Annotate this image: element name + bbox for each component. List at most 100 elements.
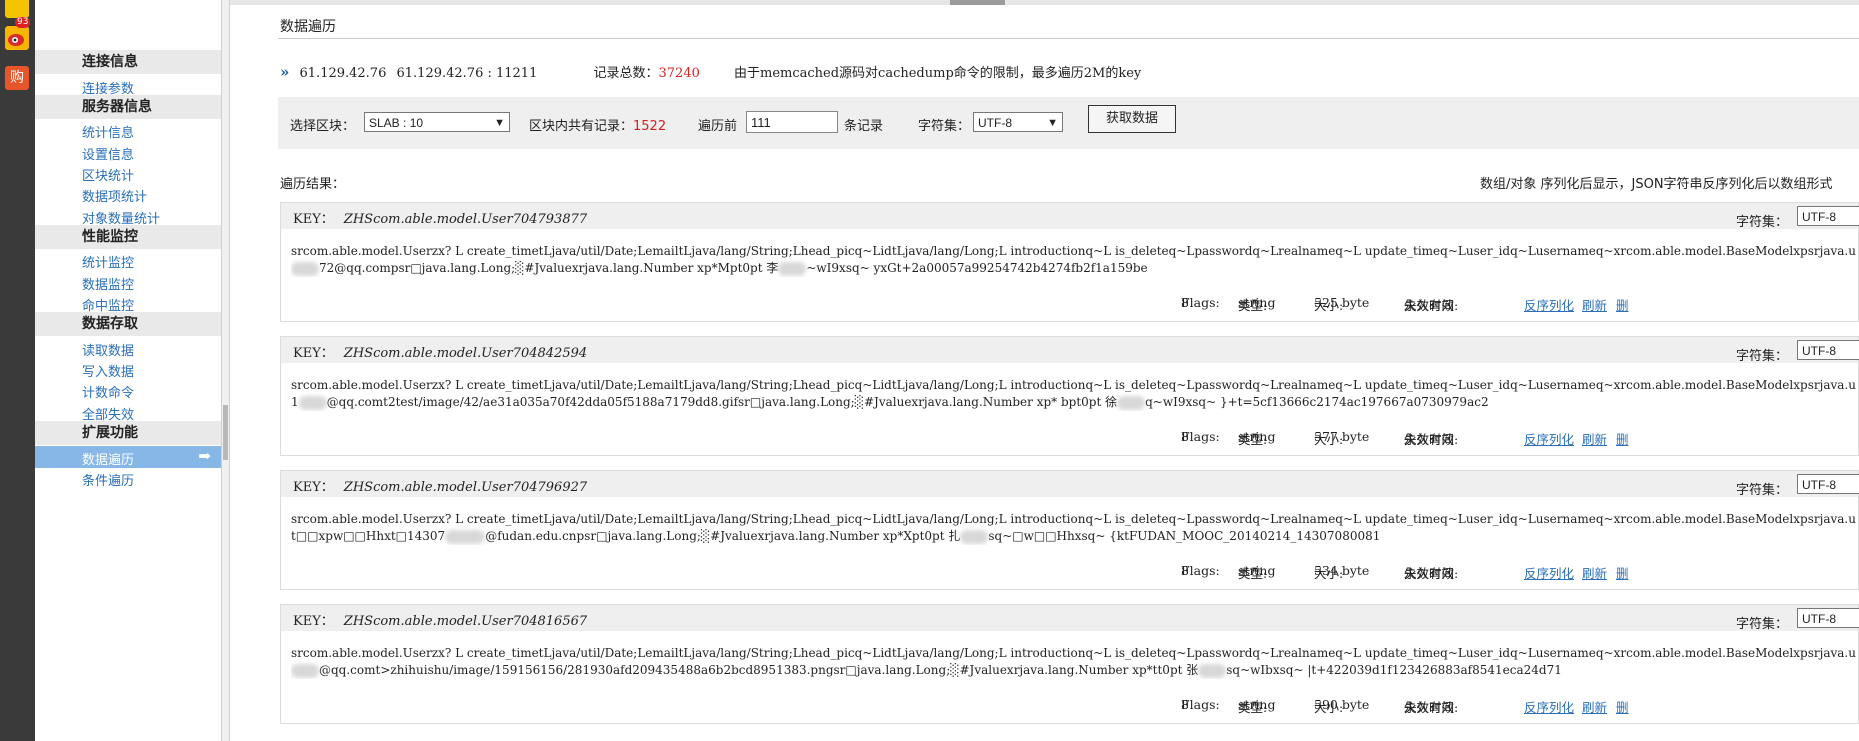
block-count-label: 区块内共有记录：1522 bbox=[529, 119, 667, 134]
refresh-link[interactable]: 刷新 bbox=[1582, 697, 1607, 716]
redacted bbox=[960, 529, 989, 544]
server-host: 61.129.42.76 bbox=[299, 66, 387, 81]
record-flags: 8 bbox=[1181, 295, 1189, 310]
results-label: 遍历结果： bbox=[280, 177, 346, 192]
record-expire: 永久有效 bbox=[1404, 566, 1455, 581]
record-key: ZHScom.able.model.User704842594 bbox=[343, 346, 588, 361]
slab-label: 选择区块： bbox=[290, 119, 356, 134]
chevron-down-icon: ▼ bbox=[494, 117, 505, 129]
charset-select[interactable]: UTF-8 ▼ bbox=[973, 112, 1063, 132]
sidebar-nav: 连接信息 连接参数 服务器信息 统计信息 设置信息 区块统计 数据项统计 对象数… bbox=[35, 0, 222, 741]
record-type: string bbox=[1238, 563, 1276, 578]
nav-section-extensions: 扩展功能 bbox=[35, 421, 221, 445]
refresh-link[interactable]: 刷新 bbox=[1582, 563, 1607, 582]
browser-side-bar: 93 购 bbox=[0, 0, 35, 741]
results-note: 数组/对象 序列化后显示，JSON字符串反序列化后以数组形式 bbox=[1480, 177, 1833, 192]
record-type: string bbox=[1238, 295, 1276, 310]
limit-note: 由于memcached源码对cachedump命令的限制，最多遍历2M的key bbox=[734, 66, 1142, 81]
key-label: KEY： bbox=[293, 480, 334, 495]
deserialize-link[interactable]: 反序列化 bbox=[1524, 563, 1574, 582]
divider bbox=[278, 38, 1859, 39]
nav-item-write-data[interactable]: 写入数据 bbox=[82, 361, 134, 380]
nav-item-data-traverse[interactable]: 数据遍历 ➡ bbox=[35, 446, 221, 468]
redacted bbox=[778, 261, 807, 276]
record-charset-select[interactable]: UTF-8 bbox=[1797, 340, 1859, 360]
delete-link[interactable]: 删 bbox=[1616, 295, 1629, 314]
record-type: string bbox=[1238, 429, 1276, 444]
delete-link[interactable]: 删 bbox=[1616, 429, 1629, 448]
total-value: 37240 bbox=[658, 66, 700, 81]
arrow-right-icon: ➡ bbox=[198, 447, 211, 465]
server-info-line: » 61.129.42.76 61.129.42.76 : 11211 记录总数… bbox=[280, 62, 1141, 81]
redacted bbox=[1117, 395, 1146, 410]
nav-item-read-data[interactable]: 读取数据 bbox=[82, 340, 134, 359]
block-count-value: 1522 bbox=[633, 119, 667, 134]
panel-splitter[interactable] bbox=[221, 0, 230, 741]
page-title: 数据遍历 bbox=[280, 19, 336, 35]
refresh-link[interactable]: 刷新 bbox=[1582, 429, 1607, 448]
record-value: srcom.able.model.Userzx? L create_timetL… bbox=[291, 512, 1856, 544]
record-type: string bbox=[1238, 697, 1276, 712]
charset-label: 字符集： bbox=[1736, 215, 1789, 230]
record-card: KEY： ZHScom.able.model.User704816567 字符集：… bbox=[280, 604, 1859, 724]
record-card: KEY： ZHScom.able.model.User704793877 字符集：… bbox=[280, 202, 1859, 322]
server-port: 61.129.42.76 : 11211 bbox=[396, 66, 538, 81]
nav-item-settings[interactable]: 设置信息 bbox=[82, 144, 134, 163]
key-label: KEY： bbox=[293, 614, 334, 629]
nav-item-stats[interactable]: 统计信息 bbox=[82, 122, 134, 141]
double-arrow-icon: » bbox=[280, 63, 290, 81]
charset-label: 字符集： bbox=[1736, 617, 1789, 632]
nav-section-connection: 连接信息 bbox=[35, 50, 221, 74]
horizontal-scrollbar-thumb[interactable] bbox=[950, 0, 1005, 5]
notification-badge: 93 bbox=[15, 17, 31, 28]
nav-section-performance: 性能监控 bbox=[35, 225, 221, 249]
nav-item-slab-stats[interactable]: 区块统计 bbox=[82, 165, 134, 184]
record-size: 525 byte bbox=[1314, 295, 1370, 310]
refresh-link[interactable]: 刷新 bbox=[1582, 295, 1607, 314]
record-card: KEY： ZHScom.able.model.User704796927 字符集：… bbox=[280, 470, 1859, 590]
key-label: KEY： bbox=[293, 212, 334, 227]
record-charset-select[interactable]: UTF-8 bbox=[1797, 608, 1859, 628]
record-key: ZHScom.able.model.User704816567 bbox=[343, 614, 588, 629]
deserialize-link[interactable]: 反序列化 bbox=[1524, 295, 1574, 314]
nav-item-data-monitor[interactable]: 数据监控 bbox=[82, 274, 134, 293]
redacted bbox=[291, 261, 319, 276]
redacted bbox=[298, 395, 327, 410]
star-icon[interactable] bbox=[5, 0, 29, 18]
record-expire: 永久有效 bbox=[1404, 700, 1455, 715]
nav-item-stat-monitor[interactable]: 统计监控 bbox=[82, 252, 134, 271]
deserialize-link[interactable]: 反序列化 bbox=[1524, 697, 1574, 716]
traverse-label: 遍历前 bbox=[698, 119, 738, 134]
record-value: srcom.able.model.Userzx? L create_timetL… bbox=[291, 244, 1856, 276]
traverse-count-input[interactable]: 111 bbox=[746, 111, 838, 133]
delete-link[interactable]: 删 bbox=[1616, 563, 1629, 582]
record-flags: 8 bbox=[1181, 563, 1189, 578]
shopping-icon[interactable]: 购 bbox=[5, 66, 29, 90]
record-charset-select[interactable]: UTF-8 bbox=[1797, 206, 1859, 226]
nav-item-item-stats[interactable]: 数据项统计 bbox=[82, 186, 147, 205]
weibo-icon[interactable] bbox=[5, 26, 29, 50]
query-toolbar: 选择区块： SLAB : 10 ▼ 区块内共有记录：1522 遍历前 111 条记… bbox=[278, 97, 1859, 149]
nav-section-server-info: 服务器信息 bbox=[35, 95, 221, 119]
record-size: 577 byte bbox=[1314, 429, 1370, 444]
splitter-handle[interactable] bbox=[223, 405, 228, 460]
record-key: ZHScom.able.model.User704793877 bbox=[343, 212, 588, 227]
record-size: 534 byte bbox=[1314, 563, 1370, 578]
fetch-data-button[interactable]: 获取数据 bbox=[1088, 105, 1176, 133]
record-header: KEY： ZHScom.able.model.User704842594 字符集：… bbox=[281, 337, 1859, 364]
record-size: 590 byte bbox=[1314, 697, 1370, 712]
slab-select[interactable]: SLAB : 10 ▼ bbox=[364, 112, 510, 132]
redacted bbox=[445, 529, 486, 544]
delete-link[interactable]: 删 bbox=[1616, 697, 1629, 716]
record-card: KEY： ZHScom.able.model.User704842594 字符集：… bbox=[280, 336, 1859, 456]
record-charset-select[interactable]: UTF-8 bbox=[1797, 474, 1859, 494]
nav-item-conditional-traverse[interactable]: 条件遍历 bbox=[82, 470, 134, 489]
deserialize-link[interactable]: 反序列化 bbox=[1524, 429, 1574, 448]
record-flags: 8 bbox=[1181, 429, 1189, 444]
nav-item-counter[interactable]: 计数命令 bbox=[82, 382, 134, 401]
record-header: KEY： ZHScom.able.model.User704816567 字符集：… bbox=[281, 605, 1859, 632]
charset-label: 字符集： bbox=[1736, 349, 1789, 364]
charset-label: 字符集： bbox=[1736, 483, 1789, 498]
redacted bbox=[1198, 663, 1227, 678]
record-header: KEY： ZHScom.able.model.User704796927 字符集：… bbox=[281, 471, 1859, 498]
